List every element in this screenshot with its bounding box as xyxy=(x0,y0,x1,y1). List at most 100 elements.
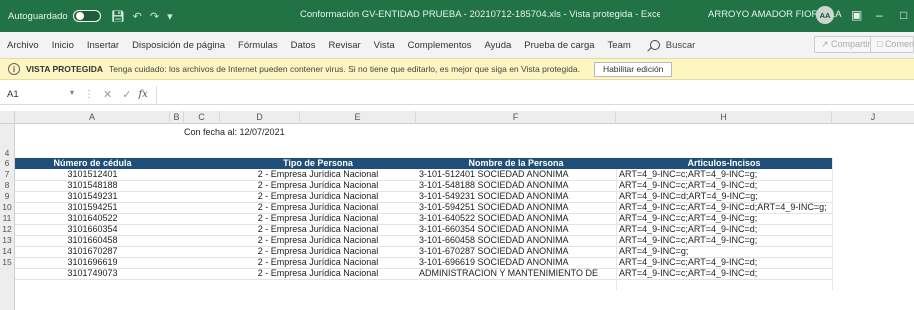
tab-inicio[interactable]: Inicio xyxy=(52,40,74,51)
restore-icon[interactable]: □ xyxy=(900,8,907,22)
tab-ayuda[interactable]: Ayuda xyxy=(485,40,512,51)
cell-cedula[interactable]: 3101660458 xyxy=(15,235,170,245)
cell-tipo[interactable]: 2 - Empresa Jurídica Nacional xyxy=(220,180,416,190)
column-header-a[interactable]: A xyxy=(15,111,170,124)
header-nombre-persona[interactable]: Nombre de la Persona xyxy=(416,158,616,169)
row-header-10[interactable]: 10 xyxy=(0,202,15,213)
cell-cedula[interactable]: 3101749073 xyxy=(15,268,170,278)
redo-icon[interactable]: ↷ xyxy=(150,10,159,23)
search-box[interactable]: Buscar xyxy=(649,40,695,51)
cell-tipo[interactable]: 2 - Empresa Jurídica Nacional xyxy=(220,169,416,179)
cell-cedula[interactable]: 3101512401 xyxy=(15,169,170,179)
cell-nombre[interactable]: 3-101-548188 SOCIEDAD ANONIMA xyxy=(419,180,615,190)
share-button[interactable]: ↗ Compartir xyxy=(814,36,878,53)
cell-cedula[interactable]: 3101640522 xyxy=(15,213,170,223)
cell-cedula[interactable]: 3101696619 xyxy=(15,257,170,267)
comments-button[interactable]: □ Coment xyxy=(870,36,914,53)
tab-vista[interactable]: Vista xyxy=(374,40,395,51)
cell-tipo[interactable]: 2 - Empresa Jurídica Nacional xyxy=(220,235,416,245)
cell-nombre[interactable]: 3-101-670287 SOCIEDAD ANONIMA xyxy=(419,246,615,256)
row-header-4[interactable]: 4 xyxy=(0,124,15,158)
row-header-14[interactable]: 14 xyxy=(0,246,15,257)
cell-cedula[interactable]: 3101660354 xyxy=(15,224,170,234)
column-header-j[interactable]: J xyxy=(832,111,914,124)
minimize-icon[interactable]: – xyxy=(876,8,883,22)
cancel-icon[interactable]: ✕ xyxy=(103,88,112,101)
insert-function-icon[interactable]: fx xyxy=(138,89,147,100)
tab-formulas[interactable]: Fórmulas xyxy=(238,40,278,51)
cell-nombre[interactable]: 3-101-512401 SOCIEDAD ANONIMA xyxy=(419,169,615,179)
cell-articulos[interactable]: ART=4_9-INC=c;ART=4_9-INC=d; xyxy=(619,257,831,267)
row-header-9[interactable]: 9 xyxy=(0,191,15,202)
row-header-12[interactable]: 12 xyxy=(0,224,15,235)
cell-articulos[interactable]: ART=4_9-INC=c;ART=4_9-INC=d; xyxy=(619,180,831,190)
tab-archivo[interactable]: Archivo xyxy=(7,40,39,51)
tab-revisar[interactable]: Revisar xyxy=(328,40,360,51)
name-box[interactable]: A1 ▾ xyxy=(0,86,80,104)
cell-nombre[interactable]: 3-101-696619 SOCIEDAD ANONIMA xyxy=(419,257,615,267)
avatar[interactable]: AA xyxy=(816,6,834,24)
cell-nombre[interactable]: 3-101-660458 SOCIEDAD ANONIMA xyxy=(419,235,615,245)
tab-disposicion[interactable]: Disposición de página xyxy=(132,40,225,51)
cell-articulos[interactable]: ART=4_9-INC=c;ART=4_9-INC=d; xyxy=(619,268,831,278)
cell-articulos[interactable]: ART=4_9-INC=c;ART=4_9-INC=g; xyxy=(619,213,831,223)
search-icon xyxy=(649,40,660,50)
cell-nombre[interactable]: ADMINISTRACION Y MANTENIMIENTO DE xyxy=(419,268,615,278)
cell-tipo[interactable]: 2 - Empresa Jurídica Nacional xyxy=(220,224,416,234)
cell-articulos[interactable]: ART=4_9-INC=c;ART=4_9-INC=d; xyxy=(619,224,831,234)
header-articulos-incisos[interactable]: Articulos-Incisos xyxy=(616,158,832,169)
tab-team[interactable]: Team xyxy=(608,40,631,51)
row-header-8[interactable]: 8 xyxy=(0,180,15,191)
cell-articulos[interactable]: ART=4_9-INC=d;ART=4_9-INC=g; xyxy=(619,191,831,201)
comments-label: Coment xyxy=(884,39,914,49)
date-note: Con fecha al: 12/07/2021 xyxy=(184,127,285,137)
chevron-down-icon[interactable]: ▾ xyxy=(70,88,74,97)
cell-articulos[interactable]: ART=4_9-INC=c;ART=4_9-INC=g; xyxy=(619,169,831,179)
cell-articulos[interactable]: ART=4_9-INC=c;ART=4_9-INC=g; xyxy=(619,235,831,245)
column-header-d[interactable]: D xyxy=(220,111,300,124)
column-header-c[interactable]: C xyxy=(184,111,220,124)
row-header-11[interactable]: 11 xyxy=(0,213,15,224)
row-header-7[interactable]: 7 xyxy=(0,169,15,180)
formula-input[interactable] xyxy=(155,85,914,104)
cell-nombre[interactable]: 3-101-660354 SOCIEDAD ANONIMA xyxy=(419,224,615,234)
tab-prueba-de-carga[interactable]: Prueba de carga xyxy=(524,40,594,51)
cell-cedula[interactable]: 3101594251 xyxy=(15,202,170,212)
cell-tipo[interactable]: 2 - Empresa Jurídica Nacional xyxy=(220,202,416,212)
ribbon-display-icon[interactable]: ▣ xyxy=(851,8,862,22)
enable-editing-button[interactable]: Habilitar edición xyxy=(593,61,673,77)
row-header-6[interactable]: 6 xyxy=(0,158,15,169)
cell-tipo[interactable]: 2 - Empresa Jurídica Nacional xyxy=(220,213,416,223)
save-icon[interactable]: 💾︎ xyxy=(111,10,125,23)
cell-tipo[interactable]: 2 - Empresa Jurídica Nacional xyxy=(220,257,416,267)
cell-nombre[interactable]: 3-101-640522 SOCIEDAD ANONIMA xyxy=(419,213,615,223)
cell-cedula[interactable]: 3101670287 xyxy=(15,246,170,256)
cell-tipo[interactable]: 2 - Empresa Jurídica Nacional xyxy=(220,191,416,201)
column-header-h[interactable]: H xyxy=(616,111,832,124)
tab-insertar[interactable]: Insertar xyxy=(87,40,119,51)
cell-nombre[interactable]: 3-101-549231 SOCIEDAD ANONIMA xyxy=(419,191,615,201)
name-box-value: A1 xyxy=(7,88,19,100)
enter-icon[interactable]: ✓ xyxy=(122,88,131,101)
tab-datos[interactable]: Datos xyxy=(291,40,316,51)
row-header-15[interactable]: 15 xyxy=(0,257,15,268)
customize-icon[interactable]: ▾ xyxy=(167,10,173,23)
header-numero-cedula[interactable]: Número de cédula xyxy=(15,158,170,169)
autosave-control[interactable]: Autoguardado xyxy=(8,10,101,22)
column-header-e[interactable]: E xyxy=(300,111,416,124)
cell-articulos[interactable]: ART=4_9-INC=g; xyxy=(619,246,831,256)
undo-icon[interactable]: ↶ xyxy=(133,10,142,23)
cell-tipo[interactable]: 2 - Empresa Jurídica Nacional xyxy=(220,246,416,256)
tab-complementos[interactable]: Complementos xyxy=(408,40,472,51)
cell-articulos[interactable]: ART=4_9-INC=c;ART=4_9-INC=d;ART=4_9-INC=… xyxy=(619,202,831,212)
cell-tipo[interactable]: 2 - Empresa Jurídica Nacional xyxy=(220,268,416,278)
column-header-f[interactable]: F xyxy=(416,111,616,124)
select-all-corner[interactable] xyxy=(0,111,15,124)
autosave-toggle[interactable] xyxy=(72,10,101,22)
cell-cedula[interactable]: 3101548188 xyxy=(15,180,170,190)
column-header-b[interactable]: B xyxy=(170,111,184,124)
row-header-13[interactable]: 13 xyxy=(0,235,15,246)
cell-cedula[interactable]: 3101549231 xyxy=(15,191,170,201)
cell-nombre[interactable]: 3-101-594251 SOCIEDAD ANONIMA xyxy=(419,202,615,212)
header-tipo-persona[interactable]: Tipo de Persona xyxy=(220,158,416,169)
